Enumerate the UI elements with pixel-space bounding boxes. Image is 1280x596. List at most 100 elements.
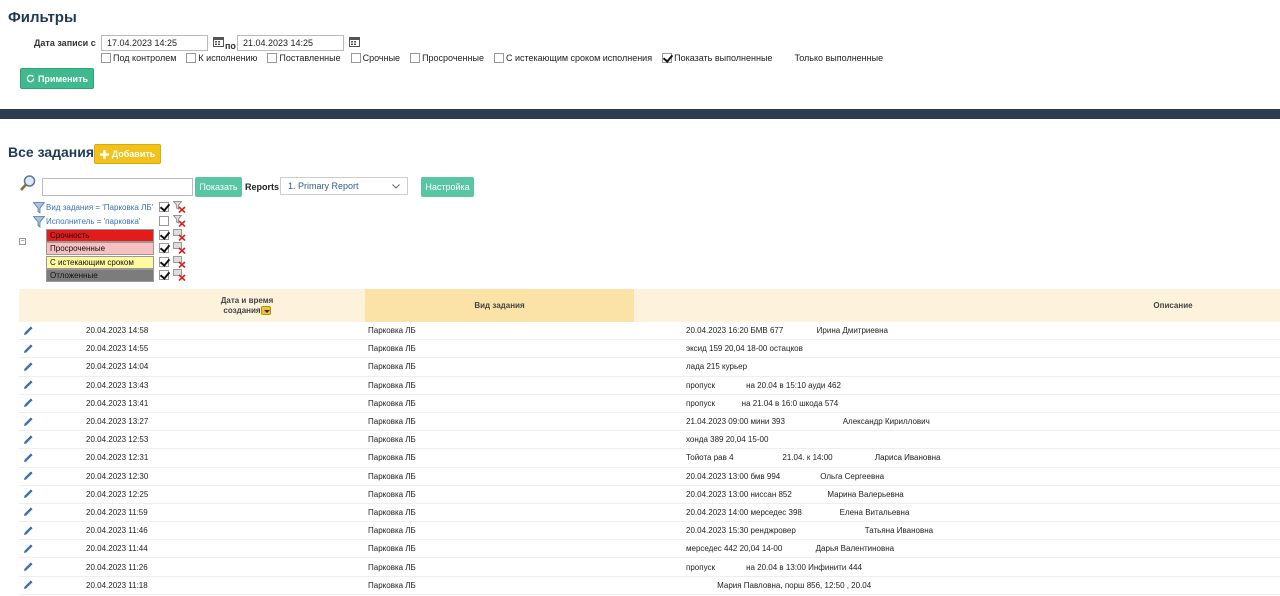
report-select[interactable]: 1. Primary Report <box>280 177 408 195</box>
pencil-icon[interactable] <box>23 489 33 499</box>
pencil-icon[interactable] <box>23 435 33 445</box>
filter-enable-checkbox[interactable] <box>159 216 169 226</box>
checkbox-box[interactable] <box>782 53 793 63</box>
delete-filter-icon[interactable] <box>173 201 186 213</box>
checkbox-assigned[interactable]: Поставленные <box>267 53 341 63</box>
calendar-icon[interactable] <box>213 36 224 47</box>
active-filter-controls <box>159 201 186 213</box>
cell-date: 20.04.2023 12:30 <box>86 471 149 481</box>
table-row[interactable]: 20.04.2023 14:58 Парковка ЛБ 20.04.2023 … <box>19 322 1280 341</box>
cell-description: Тойота рав 4 21.04. к 14:00 Лариса Ивано… <box>686 453 941 463</box>
delete-legend-icon[interactable] <box>173 229 186 241</box>
pencil-icon[interactable] <box>23 417 33 427</box>
status-checkboxes: Под контролем К исполнению Поставленные … <box>101 52 893 64</box>
checkbox-expiring[interactable]: С истекающим сроком исполнения <box>493 53 653 63</box>
cell-type: Парковка ЛБ <box>368 471 416 481</box>
checkbox-to-execute[interactable]: К исполнению <box>186 53 257 63</box>
pencil-icon[interactable] <box>23 526 33 536</box>
table-row[interactable]: 20.04.2023 12:53 Парковка ЛБ хонда 389 2… <box>19 431 1280 450</box>
cell-type: Парковка ЛБ <box>368 326 416 336</box>
table-row[interactable]: 20.04.2023 11:59 Парковка ЛБ 20.04.2023 … <box>19 504 1280 523</box>
checkbox-box[interactable] <box>101 53 111 63</box>
calendar-icon[interactable] <box>349 36 360 47</box>
pencil-icon[interactable] <box>23 362 33 372</box>
column-description-label: Описание <box>1153 300 1193 310</box>
show-button[interactable]: Показать <box>195 177 242 197</box>
table-row[interactable]: 20.04.2023 12:30 Парковка ЛБ 20.04.2023 … <box>19 468 1280 486</box>
table-row[interactable]: 20.04.2023 14:55 Парковка ЛБ эксид 159 2… <box>19 340 1280 359</box>
pencil-icon[interactable] <box>23 326 33 336</box>
edit-cell <box>19 417 37 427</box>
cell-type: Парковка ЛБ <box>368 435 416 445</box>
column-description[interactable]: Описание <box>634 289 1280 322</box>
table-row[interactable]: 20.04.2023 12:31 Парковка ЛБ Тойота рав … <box>19 449 1280 468</box>
legend-urgent: Срочность <box>46 229 154 242</box>
table-row[interactable]: 20.04.2023 14:04 Парковка ЛБ лада 215 ку… <box>19 358 1280 377</box>
checkbox-box[interactable] <box>267 53 278 63</box>
cell-date: 20.04.2023 11:26 <box>86 562 148 572</box>
checkbox-urgent[interactable]: Срочные <box>350 53 400 63</box>
tasks-title: Все задания <box>8 144 95 160</box>
pencil-icon[interactable] <box>23 562 33 572</box>
column-type[interactable]: Вид задания <box>365 289 634 322</box>
checkbox-box[interactable] <box>493 53 504 63</box>
date-from-field[interactable]: 17.04.2023 14:25 <box>101 35 208 51</box>
checkbox-only-completed[interactable]: Только выполненные <box>782 53 883 63</box>
checkbox-box[interactable] <box>186 53 197 63</box>
table-row[interactable]: 20.04.2023 13:27 Парковка ЛБ 21.04.2023 … <box>19 413 1280 432</box>
settings-button[interactable]: Настройка <box>421 177 474 197</box>
active-filter-link[interactable]: Вид задания = 'Парковка ЛБ' <box>46 203 153 212</box>
filter-enable-checkbox[interactable] <box>159 202 169 212</box>
cell-type: Парковка ЛБ <box>368 380 416 390</box>
table-row[interactable]: 20.04.2023 13:43 Парковка ЛБ пропуск на … <box>19 377 1280 395</box>
apply-button[interactable]: Применить <box>20 68 94 89</box>
delete-legend-icon[interactable] <box>173 242 186 254</box>
edit-cell <box>19 398 37 408</box>
checkbox-overdue[interactable]: Просроченные <box>410 53 484 63</box>
checkbox-show-completed[interactable]: Показать выполненные <box>662 53 772 63</box>
pencil-icon[interactable] <box>23 580 33 590</box>
cell-description: эксид 159 20,04 18-00 остацков <box>686 344 803 354</box>
pencil-icon[interactable] <box>23 380 33 390</box>
date-to-label: по <box>225 41 236 51</box>
table-row[interactable]: 20.04.2023 12:25 Парковка ЛБ 20.04.2023 … <box>19 486 1280 504</box>
checkbox-box[interactable] <box>410 53 421 63</box>
legend-checkbox[interactable] <box>159 243 169 253</box>
delete-legend-icon[interactable] <box>173 256 186 268</box>
sort-desc-icon[interactable] <box>260 305 271 315</box>
column-date[interactable]: Дата и время создания <box>19 289 365 322</box>
legend-checkbox[interactable] <box>159 270 169 280</box>
cell-type: Парковка ЛБ <box>368 417 416 427</box>
report-selected: 1. Primary Report <box>288 181 359 191</box>
checkbox-box[interactable] <box>662 53 673 63</box>
checkbox-under-control[interactable]: Под контролем <box>101 53 176 63</box>
table-row[interactable]: 20.04.2023 11:26 Парковка ЛБ пропуск на … <box>19 558 1280 577</box>
pencil-icon[interactable] <box>23 544 33 554</box>
cell-description: 20.04.2023 14:00 мерседес 398 Елена Вита… <box>686 507 910 517</box>
delete-legend-icon[interactable] <box>173 269 186 281</box>
legend-checkbox[interactable] <box>159 257 169 267</box>
legend-checkbox[interactable] <box>159 230 169 240</box>
table-row[interactable]: 20.04.2023 13:41 Парковка ЛБ пропуск на … <box>19 395 1280 413</box>
search-icon[interactable] <box>19 174 37 192</box>
table-row[interactable]: 20.04.2023 11:18 Парковка ЛБ Мария Павло… <box>19 577 1280 595</box>
collapse-icon[interactable]: − <box>19 238 26 245</box>
pencil-icon[interactable] <box>23 398 33 408</box>
checkbox-label: С истекающим сроком исполнения <box>505 53 653 63</box>
date-to-field[interactable]: 21.04.2023 14:25 <box>237 35 344 51</box>
active-filter: Вид задания = 'Парковка ЛБ' <box>33 201 153 214</box>
pencil-icon[interactable] <box>23 453 33 463</box>
cell-date: 20.04.2023 12:31 <box>86 453 149 463</box>
search-input[interactable] <box>42 178 193 196</box>
table-row[interactable]: 20.04.2023 11:44 Парковка ЛБ мерседес 44… <box>19 540 1280 559</box>
delete-filter-icon[interactable] <box>173 215 186 227</box>
pencil-icon[interactable] <box>23 344 33 354</box>
checkbox-box[interactable] <box>350 53 361 63</box>
legend-controls <box>159 269 186 281</box>
table-row[interactable]: 20.04.2023 11:46 Парковка ЛБ 20.04.2023 … <box>19 522 1280 541</box>
pencil-icon[interactable] <box>23 471 33 481</box>
pencil-icon[interactable] <box>23 507 33 517</box>
plus-icon <box>99 149 109 159</box>
add-button[interactable]: Добавить <box>94 144 161 164</box>
active-filter-link[interactable]: Исполнитель = 'парковка' <box>46 217 140 226</box>
